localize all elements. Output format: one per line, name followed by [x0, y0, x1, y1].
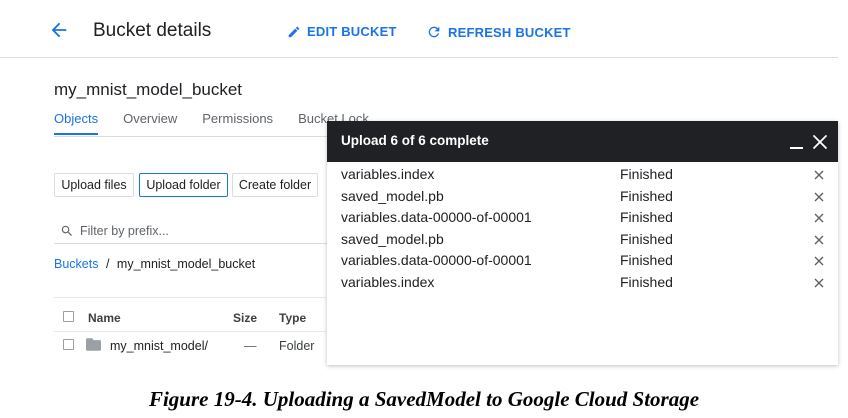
column-header-name[interactable]: Name [88, 311, 121, 325]
upload-files-button[interactable]: Upload files [54, 173, 134, 197]
upload-file-name: saved_model.pb [341, 231, 444, 247]
breadcrumb-buckets-link[interactable]: Buckets [54, 257, 98, 271]
figure-caption: Figure 19-4. Uploading a SavedModel to G… [148, 387, 700, 411]
upload-folder-button[interactable]: Upload folder [139, 173, 228, 197]
page-title: Bucket details [93, 20, 212, 41]
object-name-link[interactable]: my_mnist_model/ [110, 339, 208, 353]
upload-item: saved_model.pb Finished [327, 231, 838, 252]
upload-file-name: variables.index [341, 166, 435, 182]
upload-status: Finished [620, 231, 673, 247]
upload-status: Finished [620, 166, 673, 182]
edit-bucket-label: EDIT BUCKET [307, 24, 397, 39]
breadcrumb-separator: / [105, 257, 110, 271]
dismiss-icon[interactable] [814, 256, 824, 266]
row-checkbox[interactable] [63, 339, 74, 350]
minimize-icon[interactable] [790, 147, 803, 149]
upload-file-name: variables.data-00000-of-00001 [341, 252, 532, 268]
refresh-icon [428, 26, 440, 38]
upload-status: Finished [620, 252, 673, 268]
table-row-divider [54, 331, 326, 332]
select-all-checkbox[interactable] [63, 311, 74, 322]
pencil-icon [288, 26, 300, 37]
upload-file-name: saved_model.pb [341, 188, 444, 204]
breadcrumb: Buckets / my_mnist_model_bucket [54, 257, 255, 271]
back-arrow-icon[interactable] [48, 19, 70, 41]
dismiss-icon[interactable] [814, 235, 824, 245]
close-icon[interactable] [812, 134, 828, 150]
object-size: — [244, 339, 257, 353]
create-folder-button[interactable]: Create folder [232, 173, 318, 197]
upload-item: variables.data-00000-of-00001 Finished [327, 209, 838, 230]
upload-item: saved_model.pb Finished [327, 188, 838, 209]
dismiss-icon[interactable] [814, 278, 824, 288]
bucket-name: my_mnist_model_bucket [54, 80, 243, 99]
upload-panel-title: Upload 6 of 6 complete [341, 133, 489, 148]
tab-overview[interactable]: Overview [123, 111, 177, 137]
breadcrumb-current: my_mnist_model_bucket [116, 257, 256, 271]
upload-file-name: variables.data-00000-of-00001 [341, 209, 532, 225]
column-header-type[interactable]: Type [279, 311, 306, 325]
upload-item: variables.data-00000-of-00001 Finished [327, 252, 838, 273]
column-header-size[interactable]: Size [233, 311, 257, 325]
search-icon [61, 225, 72, 236]
upload-item: variables.index Finished [327, 166, 838, 187]
tab-divider [54, 136, 338, 137]
folder-icon [86, 338, 101, 351]
refresh-bucket-label: REFRESH BUCKET [448, 24, 571, 40]
edit-bucket-button[interactable]: EDIT BUCKET [287, 24, 397, 39]
upload-status: Finished [620, 188, 673, 204]
filter-bar [54, 219, 344, 244]
upload-status: Finished [620, 274, 673, 290]
upload-panel-header: Upload 6 of 6 complete [327, 121, 838, 162]
dismiss-icon[interactable] [814, 192, 824, 202]
table-header-divider [54, 297, 326, 298]
upload-status: Finished [620, 209, 673, 225]
filter-input[interactable] [80, 224, 320, 238]
dismiss-icon[interactable] [814, 213, 824, 223]
refresh-bucket-button[interactable]: REFRESH BUCKET [426, 24, 571, 40]
dismiss-icon[interactable] [814, 170, 824, 180]
upload-file-name: variables.index [341, 274, 435, 290]
upload-item: variables.index Finished [327, 274, 838, 295]
object-type: Folder [279, 339, 315, 353]
tab-objects[interactable]: Objects [54, 111, 99, 137]
upload-progress-panel: Upload 6 of 6 complete variables.index F… [327, 121, 838, 365]
top-bar: Bucket details EDIT BUCKET REFRESH BUCKE… [0, 0, 838, 58]
tab-permissions[interactable]: Permissions [202, 111, 273, 137]
